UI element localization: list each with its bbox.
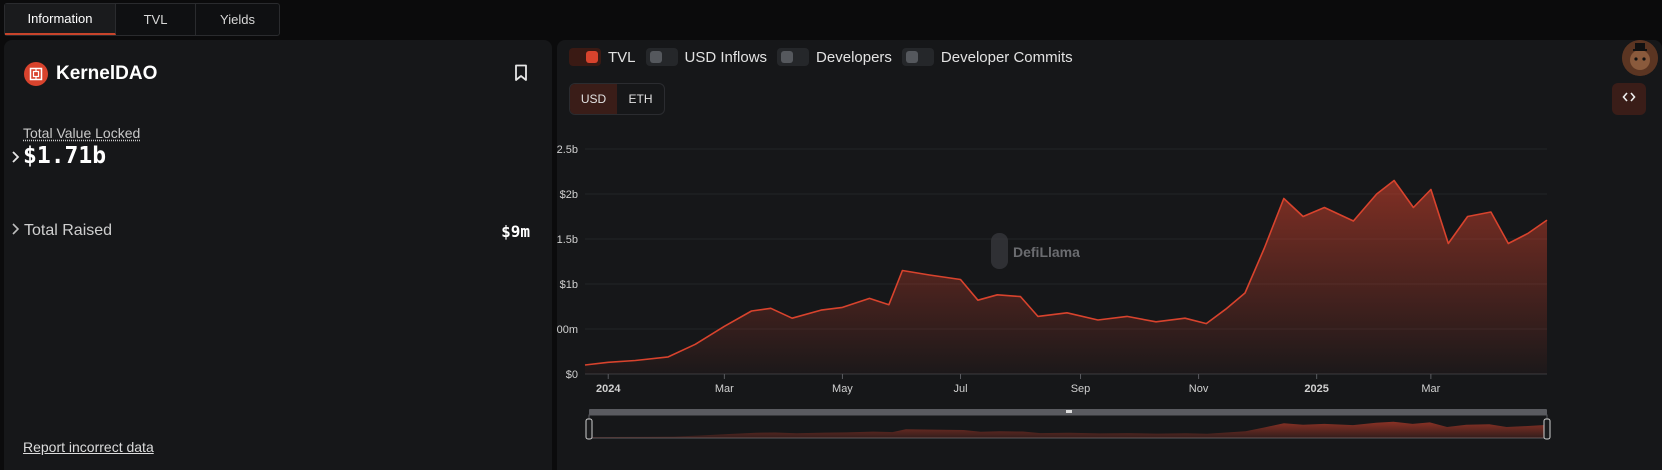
y-tick-label: $2.5b bbox=[557, 144, 578, 156]
tab-yields[interactable]: Yields bbox=[196, 4, 279, 35]
legend-toggle-developers[interactable]: Developers bbox=[777, 48, 892, 66]
tab-bar: Information TVL Yields bbox=[4, 3, 280, 36]
x-tick-label: 2025 bbox=[1304, 383, 1328, 395]
user-avatar[interactable] bbox=[1622, 40, 1658, 76]
toggle-switch[interactable] bbox=[777, 48, 810, 66]
bookmark-icon[interactable] bbox=[514, 64, 528, 82]
legend-toggle-usd-inflows[interactable]: USD Inflows bbox=[645, 48, 768, 66]
tvl-value: $1.71b bbox=[23, 143, 107, 169]
project-info-panel: KernelDAO Total Value Locked $1.71b Tota… bbox=[4, 40, 552, 470]
tab-information[interactable]: Information bbox=[5, 4, 116, 35]
project-header: KernelDAO bbox=[24, 62, 157, 86]
x-tick-label: May bbox=[832, 383, 853, 395]
legend-label: TVL bbox=[608, 48, 636, 66]
toggle-switch[interactable] bbox=[901, 48, 934, 66]
legend-toggle-tvl[interactable]: TVL bbox=[569, 48, 636, 66]
y-tick-label: $1.5b bbox=[557, 234, 578, 246]
total-raised-value: $9m bbox=[501, 222, 530, 241]
legend-label: Developer Commits bbox=[940, 48, 1073, 66]
range-slider-grip bbox=[1066, 410, 1072, 413]
range-slider-area bbox=[591, 421, 1545, 438]
x-tick-label: 2024 bbox=[596, 383, 621, 395]
chevron-right-icon[interactable] bbox=[10, 222, 22, 236]
legend-label: Developers bbox=[816, 48, 892, 66]
x-tick-label: Mar bbox=[1421, 383, 1440, 395]
legend-label: USD Inflows bbox=[684, 48, 768, 66]
total-raised-label[interactable]: Total Raised bbox=[24, 222, 112, 240]
y-tick-label: $0 bbox=[566, 369, 578, 381]
unit-eth-button[interactable]: ETH bbox=[617, 84, 664, 114]
chart-legend: TVL USD Inflows Developers Developer Com… bbox=[569, 48, 1073, 66]
report-incorrect-data-link[interactable]: Report incorrect data bbox=[23, 439, 154, 455]
tvl-label: Total Value Locked bbox=[23, 125, 141, 141]
tvl-area bbox=[585, 180, 1547, 374]
tab-tvl[interactable]: TVL bbox=[116, 4, 196, 35]
project-name: KernelDAO bbox=[56, 63, 158, 84]
range-slider-left-handle bbox=[585, 418, 593, 440]
x-tick-label: Jul bbox=[953, 383, 967, 395]
kerneldao-logo-icon bbox=[24, 62, 48, 86]
y-tick-label: $2b bbox=[560, 189, 578, 201]
legend-toggle-developer-commits[interactable]: Developer Commits bbox=[901, 48, 1073, 66]
unit-usd-button[interactable]: USD bbox=[570, 84, 617, 114]
toggle-switch[interactable] bbox=[645, 48, 678, 66]
x-tick-label: Nov bbox=[1189, 383, 1209, 395]
chart-panel: $0 $500m $1b $1.5b $2b $2.5b DefiLlama 2024 Mar M… bbox=[557, 40, 1662, 470]
unit-toggle: USD ETH bbox=[569, 83, 665, 115]
embed-button[interactable] bbox=[1612, 83, 1646, 115]
chevron-right-icon[interactable] bbox=[10, 150, 22, 164]
x-tick-label: Mar bbox=[715, 383, 734, 395]
y-tick-label: $500m bbox=[557, 324, 578, 336]
watermark-text: DefiLlama bbox=[1013, 244, 1080, 260]
y-tick-label: $1b bbox=[560, 279, 578, 291]
x-tick-label: Sep bbox=[1071, 383, 1091, 395]
tvl-chart: $0 $500m $1b $1.5b $2b $2.5b DefiLlama 2024 Mar M… bbox=[557, 144, 1551, 440]
range-slider-right-handle bbox=[1543, 418, 1551, 440]
llama-watermark-icon bbox=[991, 233, 1008, 269]
toggle-switch[interactable] bbox=[569, 48, 601, 66]
code-icon bbox=[1622, 90, 1636, 108]
